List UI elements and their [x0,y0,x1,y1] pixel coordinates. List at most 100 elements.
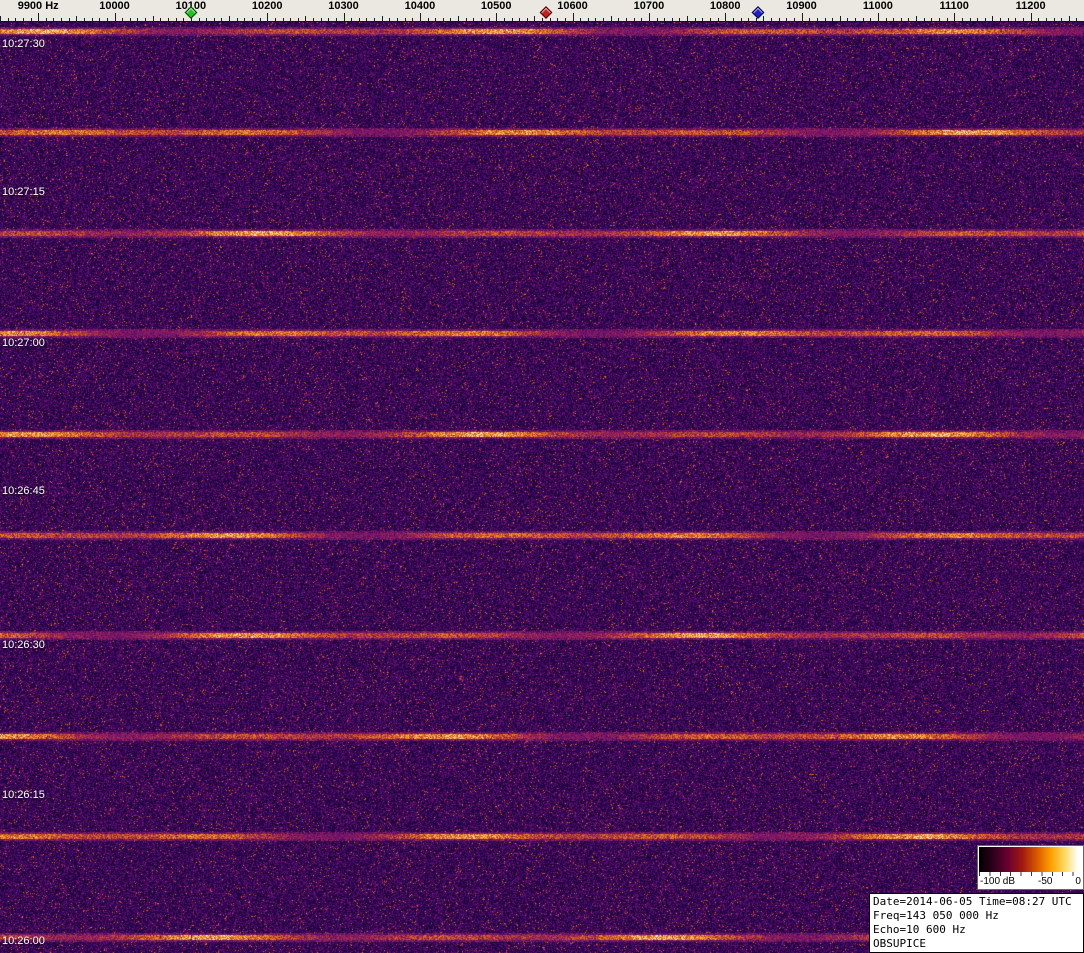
ruler-tick [252,18,253,21]
info-frequency: Freq=143 050 000 Hz [873,909,1080,923]
waterfall-canvas[interactable] [0,22,1084,953]
ruler-tick [939,18,940,21]
ruler-tick [176,18,177,21]
ruler-tick [168,18,169,21]
ruler-tick [954,13,955,21]
ruler-tick [611,16,612,21]
ruler-tick [130,18,131,21]
info-date-time: Date=2014-06-05 Time=08:27 UTC [873,895,1080,909]
ruler-tick [1076,18,1077,21]
ruler-tick [794,18,795,21]
ruler-tick [672,18,673,21]
ruler-tick [69,18,70,21]
frequency-tick-label: 10300 [328,0,359,12]
frequency-tick-label: 10500 [481,0,512,12]
ruler-tick [206,18,207,21]
ruler-tick [328,18,329,21]
time-tick-label: 10:27:00 [2,337,45,349]
ruler-tick [275,18,276,21]
ruler-tick [290,18,291,21]
ruler-tick [550,18,551,21]
ruler-tick [31,18,32,21]
ruler-tick [1008,18,1009,21]
frequency-tick-label: 10800 [710,0,741,12]
ruler-tick [298,18,299,21]
ruler-tick [1046,18,1047,21]
ruler-tick [763,16,764,21]
ruler-tick [1023,18,1024,21]
ruler-tick [931,18,932,21]
ruler-tick [61,18,62,21]
frequency-tick-label: 9900 Hz [18,0,59,12]
ruler-tick [183,18,184,21]
ruler-tick [458,16,459,21]
time-tick-label: 10:26:45 [2,485,45,497]
ruler-tick [855,18,856,21]
ruler-tick [870,18,871,21]
ruler-tick [344,13,345,21]
ruler-tick [924,18,925,21]
ruler-tick [573,13,574,21]
ruler-tick [496,13,497,21]
ruler-tick [962,18,963,21]
ruler-tick [99,18,100,21]
ruler-tick [641,18,642,21]
ruler-tick [1000,18,1001,21]
ruler-tick [382,16,383,21]
ruler-tick [634,18,635,21]
ruler-tick [137,18,138,21]
ruler-tick [1038,18,1039,21]
ruler-tick [305,16,306,21]
scale-max-label: 0 [1075,876,1081,888]
ruler-tick [38,13,39,21]
ruler-tick [214,18,215,21]
ruler-tick [260,18,261,21]
ruler-tick [733,18,734,21]
frequency-tick-label: 11000 [863,0,893,12]
ruler-tick [664,18,665,21]
ruler-tick [405,18,406,21]
frequency-ruler[interactable]: 9900 Hz100001010010200103001040010500106… [0,0,1084,22]
ruler-tick [832,18,833,21]
ruler-tick [970,18,971,21]
ruler-tick [336,18,337,21]
ruler-tick [145,18,146,21]
waterfall[interactable]: -100 dB -50 0 Date=2014-06-05 Time=08:27… [0,22,1084,953]
ruler-tick [473,18,474,21]
ruler-tick [534,16,535,21]
ruler-tick [863,18,864,21]
ruler-tick [710,18,711,21]
ruler-tick [893,18,894,21]
ruler-tick [741,18,742,21]
time-tick-label: 10:27:30 [2,38,45,50]
ruler-tick [267,13,268,21]
ruler-tick [160,18,161,21]
ruler-tick [992,16,993,21]
ruler-tick [557,18,558,21]
ruler-tick [313,18,314,21]
ruler-tick [901,18,902,21]
ruler-tick [389,18,390,21]
ruler-tick [237,18,238,21]
ruler-tick [8,18,9,21]
ruler-tick [977,18,978,21]
time-tick-label: 10:26:30 [2,639,45,651]
red-frequency-marker[interactable] [539,6,552,19]
ruler-tick [985,18,986,21]
ruler-tick [122,18,123,21]
ruler-tick [542,18,543,21]
ruler-tick [428,18,429,21]
ruler-tick [512,18,513,21]
ruler-tick [84,18,85,21]
ruler-tick [1031,13,1032,21]
ruler-tick [565,18,566,21]
ruler-tick [519,18,520,21]
ruler-tick [878,13,879,21]
ruler-tick [435,18,436,21]
ruler-tick [76,16,77,21]
ruler-tick [916,16,917,21]
ruler-tick [725,13,726,21]
frequency-tick-label: 10400 [405,0,436,12]
ruler-tick [1069,16,1070,21]
ruler-tick [115,13,116,21]
